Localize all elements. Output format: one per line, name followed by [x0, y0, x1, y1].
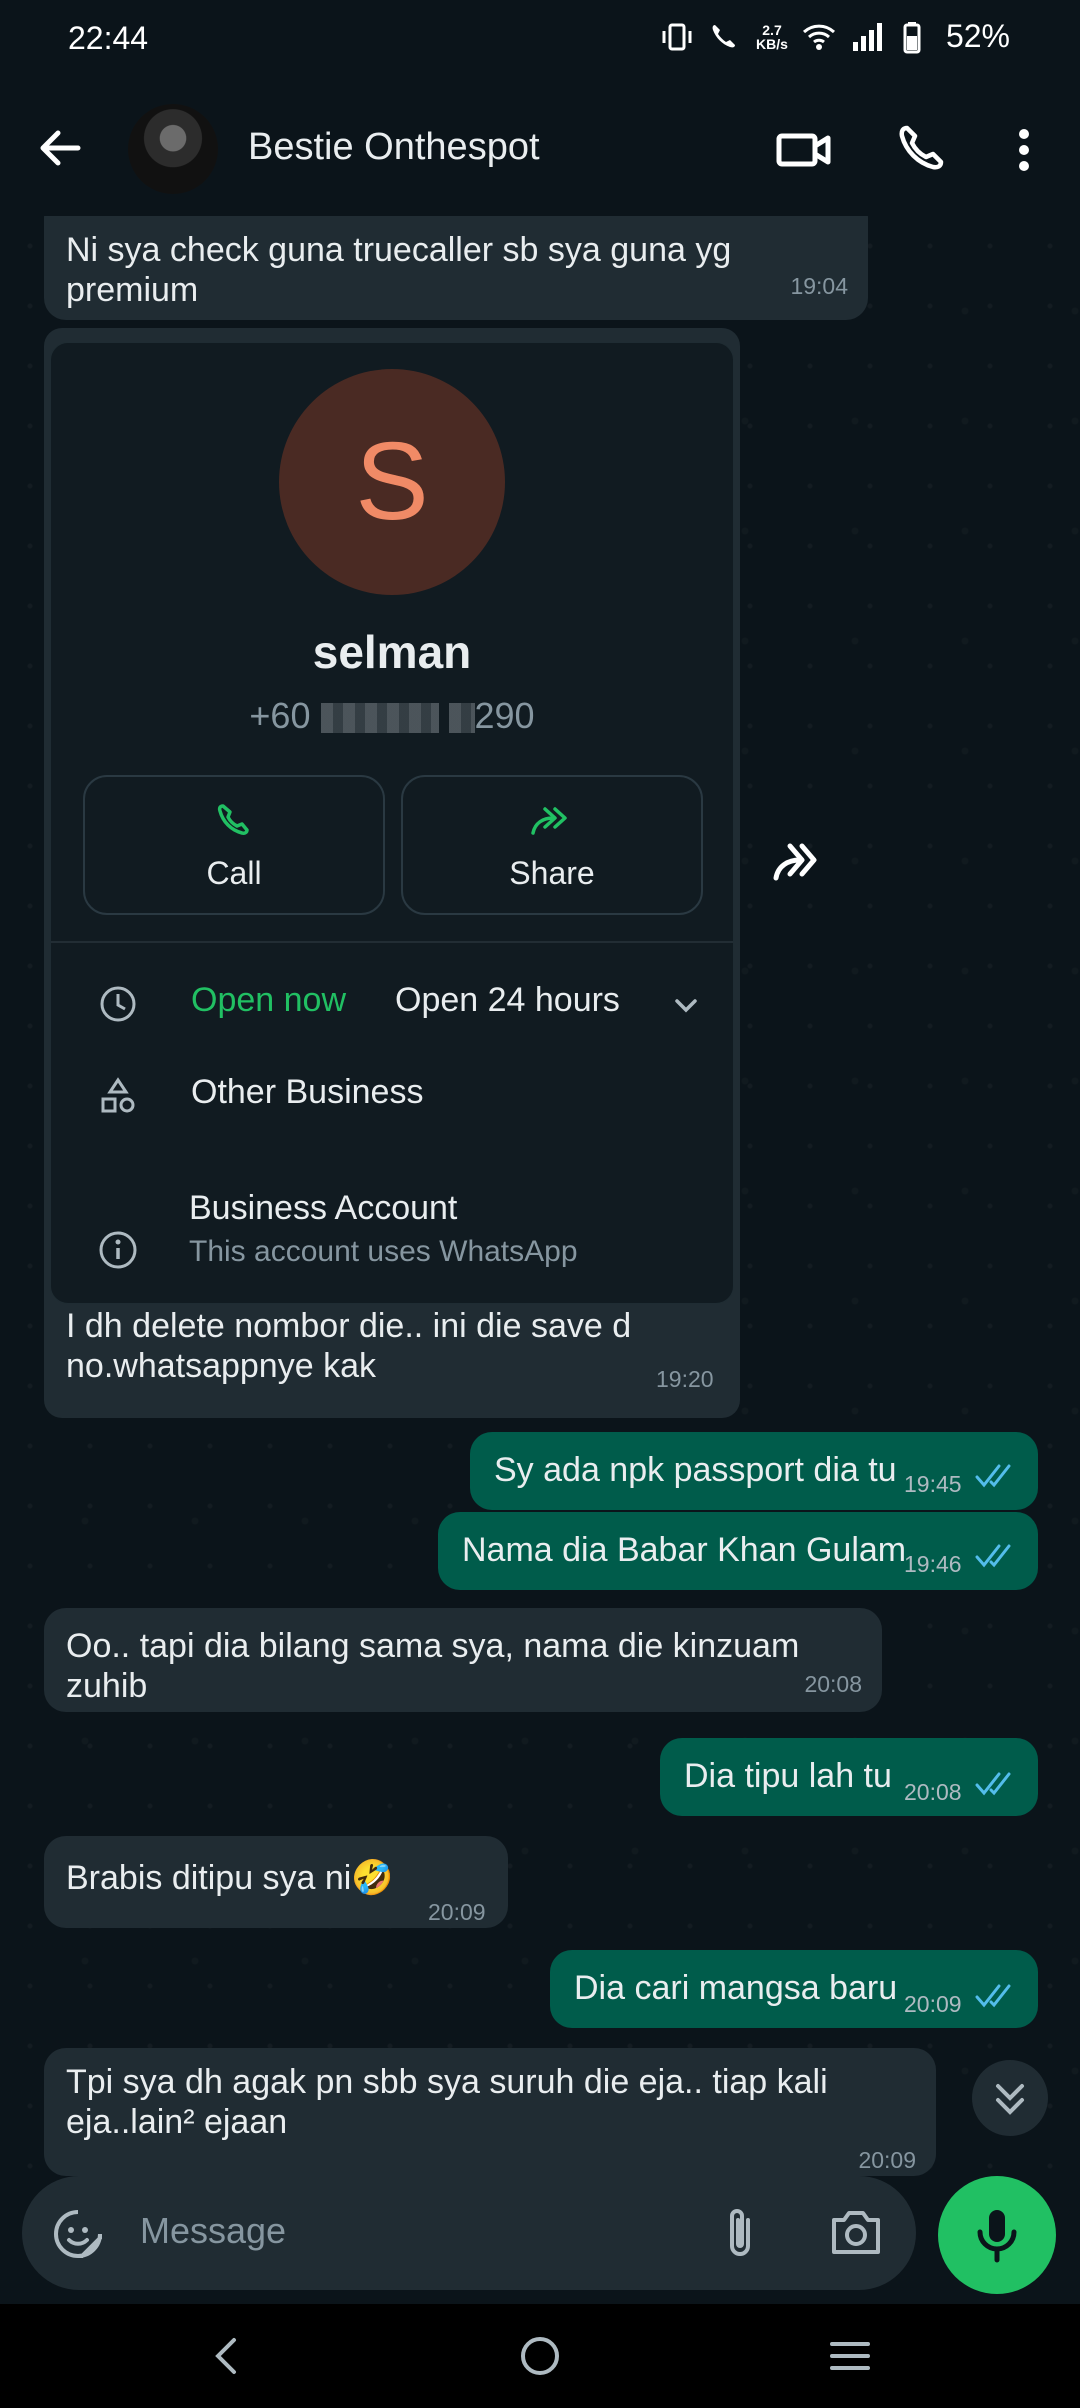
- net-speed: 2.7 KB/s: [756, 21, 788, 52]
- info-icon: [99, 1231, 137, 1269]
- category-shapes-icon: [101, 1077, 135, 1113]
- chevron-down-icon: [675, 999, 697, 1013]
- wifi-icon: [802, 24, 835, 50]
- message-time: 19:20: [656, 1366, 714, 1392]
- message-time: 20:08: [804, 1671, 862, 1697]
- voice-call-icon[interactable]: [892, 120, 952, 180]
- nav-home-icon[interactable]: [518, 2334, 562, 2378]
- opening-hours: Open 24 hours: [395, 981, 620, 1019]
- scroll-to-bottom-button[interactable]: [972, 2060, 1048, 2136]
- message-input-bar: Message: [22, 2176, 916, 2290]
- back-arrow-icon[interactable]: [32, 120, 88, 176]
- message-text: Dia cari mangsa baru: [574, 1969, 898, 2007]
- chat-header: Bestie Onthespot: [0, 80, 1080, 216]
- truecaller-screenshot[interactable]: S selman +60 290 Call Share Open now Ope…: [50, 342, 734, 1304]
- message-text: Oo.. tapi dia bilang sama sya, nama die …: [66, 1627, 800, 1705]
- read-ticks-icon: [975, 1544, 1011, 1568]
- message-time: 20:09: [858, 2147, 916, 2173]
- chat-area[interactable]: Ni sya check guna truecaller sb sya guna…: [0, 216, 1080, 2176]
- voice-message-button[interactable]: [938, 2176, 1056, 2294]
- message-text: Sy ada npk passport dia tu: [494, 1451, 897, 1489]
- incoming-message[interactable]: Oo.. tapi dia bilang sama sya, nama die …: [44, 1608, 882, 1712]
- redacted-digits: [448, 703, 475, 734]
- system-navigation-bar: [0, 2304, 1080, 2408]
- status-bar: 22:44 2.7 KB/s 52%: [0, 0, 1080, 80]
- share-button: Share: [401, 775, 703, 915]
- message-time: 20:09: [428, 1899, 486, 1925]
- clock-icon: [100, 986, 136, 1022]
- incoming-message[interactable]: Ni sya check guna truecaller sb sya guna…: [44, 216, 868, 320]
- message-time: 19:45: [904, 1471, 962, 1497]
- message-text: Tpi sya dh agak pn sbb sya suruh die eja…: [66, 2063, 828, 2141]
- outgoing-message[interactable]: Dia tipu lah tu 20:08: [660, 1738, 1038, 1816]
- more-options-icon[interactable]: [994, 120, 1054, 180]
- redacted-digits: [320, 703, 439, 734]
- battery-percent: 52%: [945, 18, 1010, 54]
- read-ticks-icon: [975, 1984, 1011, 2008]
- camera-icon[interactable]: [828, 2206, 884, 2258]
- attach-icon[interactable]: [714, 2204, 766, 2264]
- phone-icon: [217, 804, 249, 835]
- message-text: Brabis ditipu sya ni🤣: [66, 1859, 394, 1897]
- message-time: 20:08: [904, 1779, 962, 1805]
- contact-avatar[interactable]: [128, 104, 218, 194]
- business-account-title: Business Account: [189, 1189, 458, 1227]
- outgoing-message[interactable]: Nama dia Babar Khan Gulam 19:46: [438, 1512, 1038, 1590]
- read-ticks-icon: [975, 1772, 1011, 1796]
- share-arrow-icon: [531, 807, 567, 835]
- message-input[interactable]: Message: [140, 2210, 286, 2252]
- card-divider: [51, 941, 733, 943]
- caller-phone: +60 290: [249, 695, 535, 736]
- call-button: Call: [83, 775, 385, 915]
- contact-name[interactable]: Bestie Onthespot: [248, 126, 540, 169]
- message-time: 20:09: [904, 1991, 962, 2017]
- business-category: Other Business: [191, 1073, 424, 1111]
- message-time: 19:46: [904, 1551, 962, 1577]
- image-caption: I dh delete nombor die.. ini die save d …: [66, 1307, 632, 1385]
- double-chevron-down-icon: [996, 2084, 1024, 2115]
- wifi-calling-icon: [712, 24, 736, 47]
- incoming-message[interactable]: Tpi sya dh agak pn sbb sya suruh die eja…: [44, 2048, 936, 2176]
- vibrate-icon: [662, 23, 692, 50]
- status-time: 22:44: [68, 20, 149, 56]
- caller-avatar: S: [279, 369, 505, 595]
- video-call-icon[interactable]: [774, 120, 834, 180]
- message-text: Dia tipu lah tu: [684, 1757, 892, 1795]
- battery-icon: [903, 21, 921, 53]
- status-icons: 2.7 KB/s 52%: [660, 18, 1010, 55]
- forward-icon[interactable]: [770, 836, 830, 886]
- read-ticks-icon: [975, 1464, 1011, 1488]
- microphone-icon: [977, 2210, 1017, 2263]
- message-time: 19:04: [790, 273, 848, 299]
- incoming-message[interactable]: Brabis ditipu sya ni🤣 20:09: [44, 1836, 508, 1928]
- open-now-status: Open now: [191, 981, 346, 1019]
- rofl-emoji: 🤣: [351, 1859, 394, 1897]
- caller-name: selman: [312, 626, 472, 678]
- outgoing-message[interactable]: Dia cari mangsa baru 20:09: [550, 1950, 1038, 2028]
- nav-back-icon[interactable]: [206, 2336, 246, 2376]
- sticker-icon[interactable]: [52, 2208, 104, 2260]
- outgoing-message[interactable]: Sy ada npk passport dia tu 19:45: [470, 1432, 1038, 1510]
- message-text: Ni sya check guna truecaller sb sya guna…: [66, 231, 732, 309]
- signal-icon: [852, 22, 882, 51]
- message-text: Nama dia Babar Khan Gulam: [462, 1531, 907, 1569]
- nav-recents-icon[interactable]: [828, 2336, 872, 2376]
- business-account-subtitle: This account uses WhatsApp: [189, 1235, 578, 1268]
